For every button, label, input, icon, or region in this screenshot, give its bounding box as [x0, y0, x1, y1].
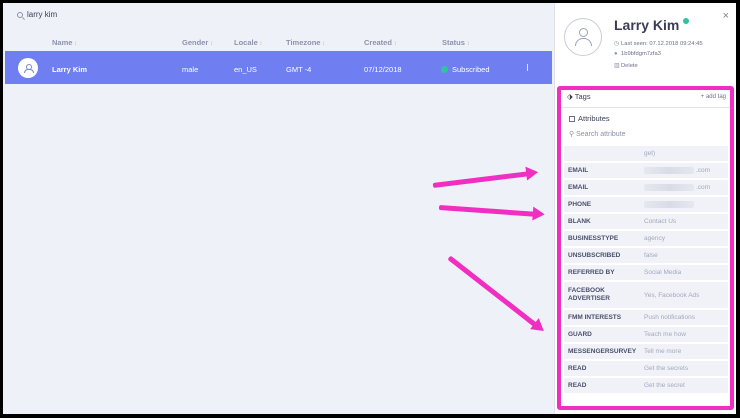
column-name[interactable]: Name — [52, 38, 77, 47]
annotation-arrow — [432, 171, 531, 188]
annotation-arrow — [447, 255, 539, 329]
attribute-key: READ — [568, 381, 587, 389]
attribute-row[interactable]: FACEBOOK ADVERTISER Yes, Facebook Ads — [564, 282, 728, 310]
row-status: Subscribed — [441, 65, 490, 74]
attribute-row[interactable]: MESSENGERSURVEY Tell me more — [564, 344, 728, 361]
redacted-value — [644, 184, 694, 191]
column-status[interactable]: Status — [442, 38, 470, 47]
profile-name: Larry Kim — [614, 17, 690, 33]
profile-avatar — [564, 18, 602, 56]
column-timezone[interactable]: Timezone — [286, 38, 325, 47]
attribute-list: get) EMAIL .com EMAIL .com PHONE BLANK Contact… — [564, 146, 728, 395]
app-frame: larry kim Name Gender Locale Timezone Cr… — [3, 3, 736, 414]
person-icon: ● — [614, 51, 618, 57]
attribute-key: EMAIL — [568, 183, 589, 191]
attribute-key: FMM INTERESTS — [568, 313, 622, 321]
column-locale[interactable]: Locale — [234, 38, 262, 47]
redacted-value — [644, 201, 694, 208]
clock-icon: ◷ — [614, 41, 620, 47]
attribute-row[interactable]: BLANK Contact Us — [564, 214, 728, 231]
attribute-value[interactable]: Push notifications — [644, 310, 728, 325]
attribute-value[interactable]: Get the secrets — [644, 361, 728, 376]
attribute-key: READ — [568, 364, 587, 372]
tag-icon: ⬗ — [567, 92, 573, 101]
attribute-value[interactable]: agency — [644, 231, 728, 246]
row-created: 07/12/2018 — [364, 65, 402, 74]
attribute-value[interactable]: Get the secret — [644, 378, 728, 393]
attribute-row: get) — [564, 146, 728, 163]
attribute-key: REFERRED BY — [568, 268, 615, 276]
attribute-value[interactable]: Social Media — [644, 265, 728, 280]
delete-link[interactable]: ▥Delete — [614, 62, 638, 69]
annotation-arrow — [438, 205, 537, 217]
add-tag-button[interactable]: + add tag — [701, 94, 726, 100]
attribute-row[interactable]: GUARD Teach me how — [564, 327, 728, 344]
user-id: ● 1b9bfdgm7zfa3 — [614, 51, 661, 57]
avatar — [18, 58, 38, 78]
attribute-search-input[interactable]: ⚲ Search attribute — [569, 130, 626, 138]
attributes-heading: Attributes — [569, 114, 610, 123]
attribute-value[interactable]: Tell me more — [644, 344, 728, 359]
attribute-value[interactable]: false — [644, 248, 728, 263]
attribute-row[interactable]: EMAIL .com — [564, 180, 728, 197]
trash-icon: ▥ — [614, 63, 620, 69]
table-row[interactable]: Larry Kim male en_US GMT -4 07/12/2018 S… — [5, 51, 552, 84]
row-locale: en_US — [234, 65, 257, 74]
user-icon — [24, 63, 34, 73]
attribute-value: get) — [644, 150, 656, 157]
online-indicator-icon — [683, 18, 690, 24]
attribute-row[interactable]: REFERRED BY Social Media — [564, 265, 728, 282]
attribute-row[interactable]: READ Get the secret — [564, 378, 728, 395]
attribute-value[interactable]: .com — [644, 163, 728, 178]
tags-label: Tags — [574, 92, 591, 101]
row-timezone: GMT -4 — [286, 65, 312, 74]
row-gender: male — [182, 65, 199, 74]
attribute-row[interactable]: BUSINESSTYPE agency — [564, 231, 728, 248]
attributes-icon — [569, 116, 575, 122]
row-name: Larry Kim — [52, 65, 88, 74]
attribute-key: BLANK — [568, 217, 591, 225]
attribute-value[interactable]: Yes, Facebook Ads — [644, 282, 728, 308]
attribute-row[interactable]: EMAIL .com — [564, 163, 728, 180]
attribute-row[interactable]: READ Get the secrets — [564, 361, 728, 378]
close-icon[interactable]: × — [723, 10, 729, 22]
table-header: Name Gender Locale Timezone Created Stat… — [3, 36, 553, 52]
search-query[interactable]: larry kim — [27, 10, 57, 19]
redacted-value — [644, 167, 694, 174]
attribute-key: FACEBOOK ADVERTISER — [568, 287, 610, 302]
attribute-value[interactable]: Teach me how — [644, 327, 728, 342]
column-created[interactable]: Created — [364, 38, 397, 47]
attribute-key: BUSINESSTYPE — [568, 234, 619, 242]
attribute-key: GUARD — [568, 330, 592, 338]
search-bar[interactable]: larry kim — [17, 10, 57, 19]
row-menu-icon[interactable] — [527, 64, 528, 71]
search-icon — [17, 11, 23, 18]
attribute-key: MESSENGERSURVEY — [568, 347, 637, 355]
attribute-key: UNSUBSCRIBED — [568, 251, 621, 259]
tags-row: ⬗ Tags + add tag — [567, 92, 726, 106]
attribute-row[interactable]: FMM INTERESTS Push notifications — [564, 310, 728, 327]
attribute-row[interactable]: UNSUBSCRIBED false — [564, 248, 728, 265]
attribute-key: EMAIL — [568, 166, 589, 174]
attribute-key: PHONE — [568, 200, 592, 208]
last-seen: ◷ Last seen: 07.12.2018 09:24:45 — [614, 41, 703, 47]
attribute-value[interactable]: Contact Us — [644, 214, 728, 229]
divider — [561, 107, 730, 108]
search-icon: ⚲ — [569, 131, 575, 138]
attribute-row[interactable]: PHONE — [564, 197, 728, 214]
tags-attributes-section: ⬗ Tags + add tag Attributes ⚲ Search att… — [557, 86, 734, 410]
user-icon — [575, 28, 592, 46]
column-gender[interactable]: Gender — [182, 38, 213, 47]
status-dot-icon — [441, 66, 448, 73]
attribute-value[interactable]: .com — [644, 180, 728, 195]
attribute-value[interactable] — [644, 197, 728, 212]
